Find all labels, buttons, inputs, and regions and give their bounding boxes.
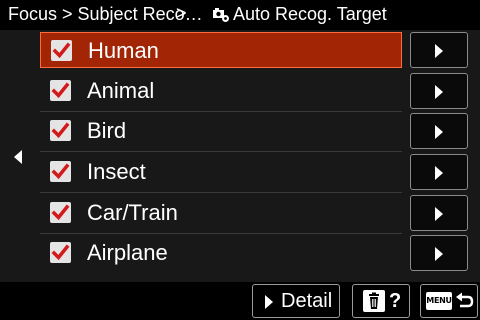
checkbox-insect[interactable] — [50, 161, 71, 182]
checkmark-icon — [51, 122, 70, 139]
chevron-right-icon — [435, 247, 443, 261]
detail-button[interactable]: Detail — [252, 284, 340, 318]
trash-icon — [363, 290, 385, 312]
row-divider — [40, 233, 402, 234]
checkmark-icon — [51, 204, 70, 221]
list-item-label: Insect — [87, 159, 146, 184]
checkmark-icon — [51, 82, 70, 99]
list-item-label: Animal — [87, 78, 155, 103]
chevron-right-icon — [435, 207, 443, 221]
list-item-animal[interactable]: Animal — [40, 73, 402, 109]
row-divider — [40, 192, 402, 193]
list-item-insect[interactable]: Insect — [40, 154, 402, 190]
checkmark-icon — [52, 42, 71, 59]
list-item-label: Bird — [87, 118, 127, 143]
chevron-right-icon — [435, 166, 443, 180]
menu-icon: MENU — [426, 292, 452, 310]
return-arrow-icon — [454, 291, 474, 316]
checkbox-airplane[interactable] — [50, 242, 71, 263]
checkbox-car-train[interactable] — [50, 202, 71, 223]
list-item-label: Airplane — [87, 240, 168, 265]
play-triangle-icon — [265, 295, 273, 309]
checkmark-icon — [51, 244, 70, 261]
list-item-car-train[interactable]: Car/Train — [40, 195, 402, 231]
chevron-right-icon — [435, 85, 443, 99]
page-left-arrow-icon[interactable] — [14, 150, 22, 164]
detail-arrow-button-bird[interactable] — [410, 113, 468, 149]
row-divider — [40, 111, 402, 112]
help-question-label: ? — [389, 290, 402, 312]
list-item-label: Car/Train — [87, 200, 178, 225]
trash-help-button[interactable]: ? — [352, 284, 410, 318]
checkmark-icon — [51, 163, 70, 180]
list-item-airplane[interactable]: Airplane — [40, 235, 402, 271]
chevron-right-icon — [435, 44, 443, 58]
menu-back-button[interactable]: MENU — [420, 284, 478, 318]
chevron-right-icon — [435, 125, 443, 139]
detail-arrow-button-car-train[interactable] — [410, 195, 468, 231]
list-item-label: Human — [88, 38, 159, 63]
checkbox-bird[interactable] — [50, 120, 71, 141]
page-title: Auto Recog. Target — [212, 4, 387, 24]
list-item-bird[interactable]: Bird — [40, 113, 402, 149]
list-item-human[interactable]: Human — [40, 32, 402, 68]
checkbox-human[interactable] — [51, 40, 72, 61]
detail-button-label: Detail — [281, 290, 333, 312]
row-divider — [40, 151, 402, 152]
checkbox-animal[interactable] — [50, 80, 71, 101]
detail-arrow-button-human[interactable] — [410, 32, 468, 68]
detail-arrow-button-airplane[interactable] — [410, 235, 468, 271]
detail-arrow-button-insect[interactable] — [410, 154, 468, 190]
page-title-text: Auto Recog. Target — [233, 4, 387, 24]
detail-arrow-button-animal[interactable] — [410, 73, 468, 109]
camera-settings-icon — [212, 5, 230, 23]
breadcrumb-path: Focus > Subject Reco… — [8, 4, 203, 24]
breadcrumb-separator: > — [176, 3, 187, 23]
title-bar: Focus > Subject Reco… > Auto Recog. Targ… — [0, 0, 480, 30]
